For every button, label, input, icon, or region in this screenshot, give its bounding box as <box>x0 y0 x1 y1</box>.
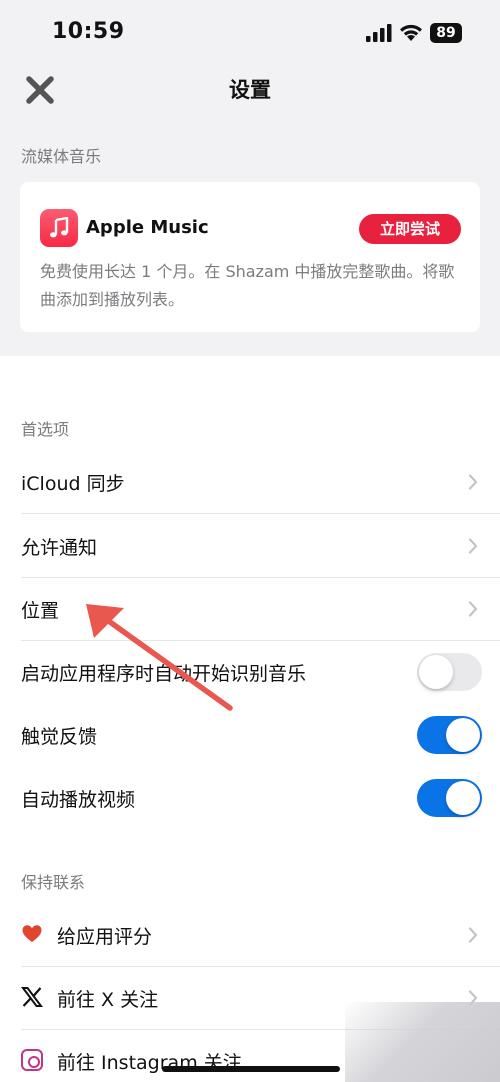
toggle-knob <box>446 718 480 752</box>
home-indicator <box>162 1066 340 1072</box>
x-logo-icon <box>21 987 43 1007</box>
status-bar: 10:59 89 <box>0 0 500 62</box>
row-location[interactable]: 位置 <box>0 577 500 641</box>
section-label-streaming: 流媒体音乐 <box>21 147 102 166</box>
heart-icon <box>22 925 42 942</box>
page-title: 设置 <box>229 78 271 102</box>
corner-watermark-blur <box>345 1002 500 1082</box>
row-rate-app[interactable]: 给应用评分 <box>0 903 500 967</box>
apple-music-description: 免费使用长达 1 个月。在 Shazam 中播放完整歌曲。将歌曲添加到播放列表。 <box>40 262 455 309</box>
row-label: 触觉反馈 <box>21 726 98 748</box>
battery-indicator: 89 <box>430 23 462 43</box>
row-label: iCloud 同步 <box>21 473 125 495</box>
instagram-icon <box>21 1049 43 1071</box>
haptic-feedback-toggle[interactable] <box>417 716 482 754</box>
try-now-button[interactable]: 立即尝试 <box>359 214 461 244</box>
row-autoplay-video: 自动播放视频 <box>0 766 500 830</box>
nav-bar: 设置 <box>0 62 500 118</box>
section-label-preferences: 首选项 <box>21 420 70 439</box>
row-allow-notifications[interactable]: 允许通知 <box>0 514 500 578</box>
row-label: 自动播放视频 <box>21 789 136 811</box>
row-icloud-sync[interactable]: iCloud 同步 <box>0 450 500 514</box>
apple-music-card: Apple Music 立即尝试 免费使用长达 1 个月。在 Shazam 中播… <box>20 182 480 332</box>
chevron-right-icon <box>468 927 478 943</box>
chevron-right-icon <box>468 601 478 617</box>
status-time: 10:59 <box>52 19 125 44</box>
chevron-right-icon <box>468 538 478 554</box>
cellular-signal-icon <box>366 24 392 42</box>
section-label-stay-connected: 保持联系 <box>21 873 86 892</box>
row-auto-recognize: 启动应用程序时自动开始识别音乐 <box>0 640 500 704</box>
row-haptic-feedback: 触觉反馈 <box>0 703 500 767</box>
row-label: 前往 X 关注 <box>57 989 159 1011</box>
chevron-right-icon <box>468 474 478 490</box>
row-label: 位置 <box>21 600 60 622</box>
apple-music-logo-icon <box>40 209 78 247</box>
row-label: 允许通知 <box>21 537 98 559</box>
autoplay-video-toggle[interactable] <box>417 779 482 817</box>
row-label: 给应用评分 <box>57 926 153 948</box>
toggle-knob <box>446 781 480 815</box>
apple-music-title: Apple Music <box>86 217 209 238</box>
annotation-arrow-icon <box>86 604 233 711</box>
auto-recognize-toggle[interactable] <box>417 653 482 691</box>
wifi-icon <box>400 24 422 41</box>
toggle-knob <box>419 655 453 689</box>
